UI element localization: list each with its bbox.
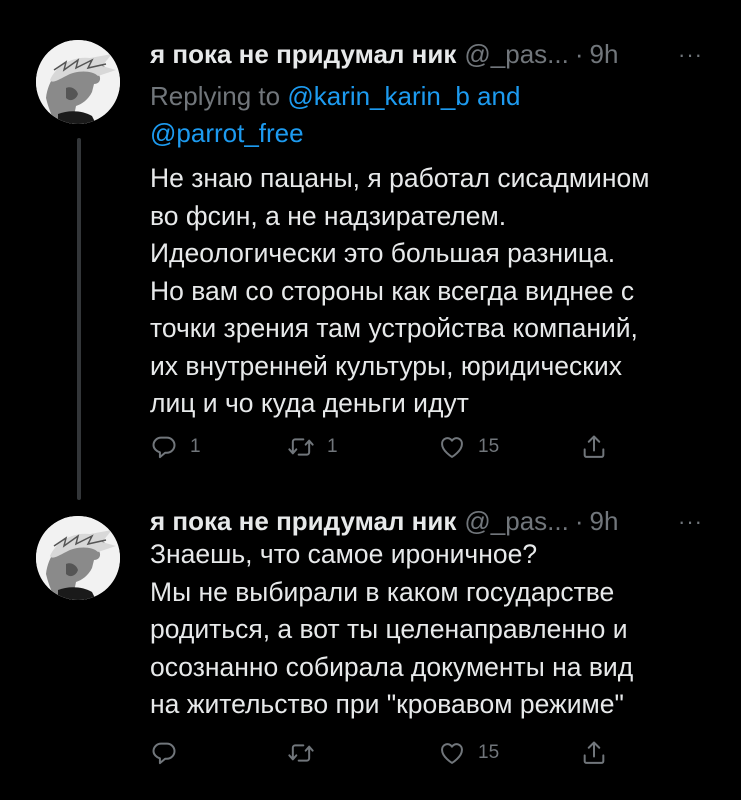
retweet-button[interactable]: 1 — [287, 430, 338, 464]
retweet-icon — [288, 438, 314, 456]
reply-count: 1 — [190, 436, 201, 457]
thread-line — [77, 138, 81, 500]
more-options-icon[interactable]: ··· — [678, 42, 703, 68]
retweet-count: 1 — [327, 436, 338, 457]
like-button[interactable]: 15 — [438, 430, 499, 464]
avatar-image — [36, 516, 120, 600]
timestamp[interactable]: 9h — [590, 506, 619, 537]
mention-conjunction[interactable]: and — [477, 81, 520, 111]
like-button[interactable]: 15 — [438, 736, 499, 770]
separator-dot: · — [574, 505, 584, 536]
tweet-text-line: родиться, а вот ты целенаправленно и — [150, 614, 628, 644]
tweet[interactable]: я пока не придумал ник @_pas... · 9h ···… — [0, 0, 741, 500]
tweet-text: Знаешь, что самое ироничное? Мы не выбир… — [150, 536, 720, 724]
tweet-text-line: осознанно собирала документы на вид — [150, 651, 634, 682]
tweet-text-line: лиц и чо куда деньги идут — [150, 388, 469, 418]
tweet-header: я пока не придумал ник @_pas... · 9h ··· — [150, 505, 711, 537]
share-icon — [583, 741, 605, 764]
display-name[interactable]: я пока не придумал ник — [150, 506, 456, 537]
avatar[interactable] — [36, 516, 120, 600]
share-button[interactable] — [580, 430, 608, 464]
tweet-text-line: Но вам со стороны как всегда виднее с — [150, 275, 635, 306]
tweet-actions: 1 1 15 — [150, 430, 620, 464]
mention-link[interactable]: @karin_karin_b — [287, 81, 469, 111]
retweet-icon — [288, 744, 314, 762]
tweet-header: я пока не придумал ник @_pas... · 9h ··· — [150, 38, 711, 70]
timestamp[interactable]: 9h — [590, 39, 619, 70]
display-name[interactable]: я пока не придумал ник — [150, 39, 456, 70]
avatar-image — [36, 40, 120, 124]
user-handle[interactable]: @_pas... — [464, 39, 568, 70]
tweet-text-line: Идеологически это большая разница. — [150, 238, 616, 268]
tweet-text: Не знаю пацаны, я работал сисадмином во … — [150, 160, 720, 423]
tweet-text-line: их внутренней культуры, юридических — [150, 350, 622, 381]
reply-button[interactable] — [150, 736, 190, 770]
reply-icon — [152, 742, 176, 765]
more-options-icon[interactable]: ··· — [678, 509, 703, 535]
tweet-text-line: точки зрения там устройства компаний, — [150, 313, 638, 343]
reply-icon — [152, 436, 176, 459]
like-count: 15 — [478, 436, 500, 457]
share-button[interactable] — [580, 736, 608, 770]
avatar[interactable] — [36, 40, 120, 124]
mention-link[interactable]: @parrot_free — [150, 118, 304, 148]
tweet-text-line: Мы не выбирали в каком государстве — [150, 576, 615, 607]
replying-to: Replying to @karin_karin_b and @parrot_f… — [150, 78, 670, 152]
replying-to-label: Replying to — [150, 81, 281, 111]
tweet-text-line: Знаешь, что самое ироничное? — [150, 539, 538, 569]
tweet-text-line: Не знаю пацаны, я работал сисадмином — [150, 163, 650, 193]
tweet-actions: 15 — [150, 736, 620, 770]
heart-icon — [441, 743, 463, 764]
like-count: 15 — [478, 742, 500, 763]
retweet-button[interactable] — [287, 736, 327, 770]
share-icon — [583, 435, 605, 458]
heart-icon — [441, 437, 463, 458]
tweet-text-line: на жительство при "кровавом режиме" — [150, 689, 624, 719]
tweet[interactable]: я пока не придумал ник @_pas... · 9h ···… — [0, 500, 741, 800]
reply-button[interactable]: 1 — [150, 430, 201, 464]
tweet-text-line: во фсин, а не надзирателем. — [150, 200, 507, 231]
user-handle[interactable]: @_pas... — [464, 506, 568, 537]
separator-dot: · — [574, 38, 584, 69]
